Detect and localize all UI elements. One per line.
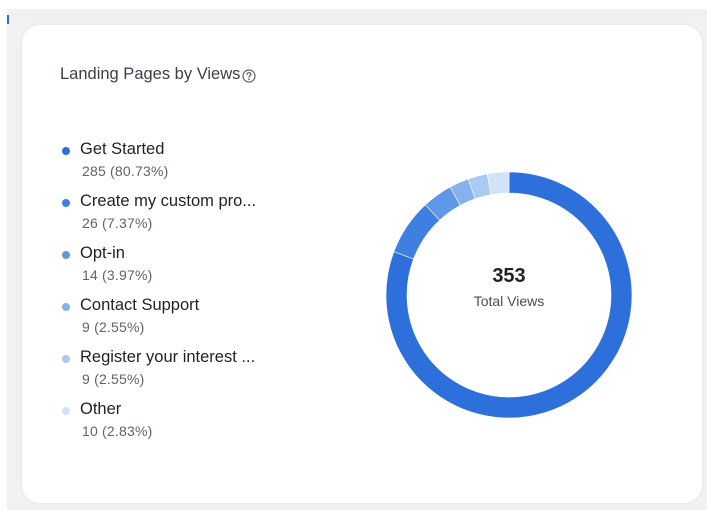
legend-dot-icon [62,355,70,363]
legend-label: Create my custom pro... [80,192,257,210]
page-top-strip [0,0,707,9]
legend-item[interactable]: Get Started 285 (80.73%) [60,140,300,192]
legend-item[interactable]: Other 10 (2.83%) [60,400,300,452]
legend-value: 285 (80.73%) [82,163,169,179]
legend-item[interactable]: Create my custom pro... 26 (7.37%) [60,192,300,244]
legend-value: 14 (3.97%) [82,267,153,283]
legend-dot-icon [62,407,70,415]
text-cursor [7,15,9,24]
legend-dot-icon [62,147,70,155]
total-views-label: Total Views [473,293,545,309]
landing-pages-card: Landing Pages by Views Get Started 285 (8… [22,25,702,503]
legend-value: 26 (7.37%) [82,215,153,231]
legend-label: Contact Support [80,296,200,314]
card-title-text: Landing Pages by Views [60,65,241,83]
legend-item[interactable]: Opt-in 14 (3.97%) [60,244,300,296]
legend-dot-icon [62,199,70,207]
legend-value: 10 (2.83%) [82,423,153,439]
legend-item[interactable]: Register your interest ... 9 (2.55%) [60,348,300,400]
legend-dot-icon [62,251,70,259]
card-title: Landing Pages by Views [60,65,257,84]
legend-value: 9 (2.55%) [82,319,145,335]
legend-label: Opt-in [80,244,125,262]
legend-label: Get Started [80,140,165,158]
question-circle-icon[interactable] [242,68,257,83]
legend-value: 9 (2.55%) [82,371,145,387]
total-views-value: 353 [492,265,526,287]
donut-slice[interactable] [486,172,510,195]
legend-item[interactable]: Contact Support 9 (2.55%) [60,296,300,348]
legend-label: Register your interest ... [80,348,256,366]
legend-label: Other [80,400,122,418]
page-left-strip [0,0,7,510]
donut-chart: 353 Total Views [386,172,632,418]
legend-dot-icon [62,303,70,311]
chart-legend: Get Started 285 (80.73%) Create my custom … [60,140,300,452]
